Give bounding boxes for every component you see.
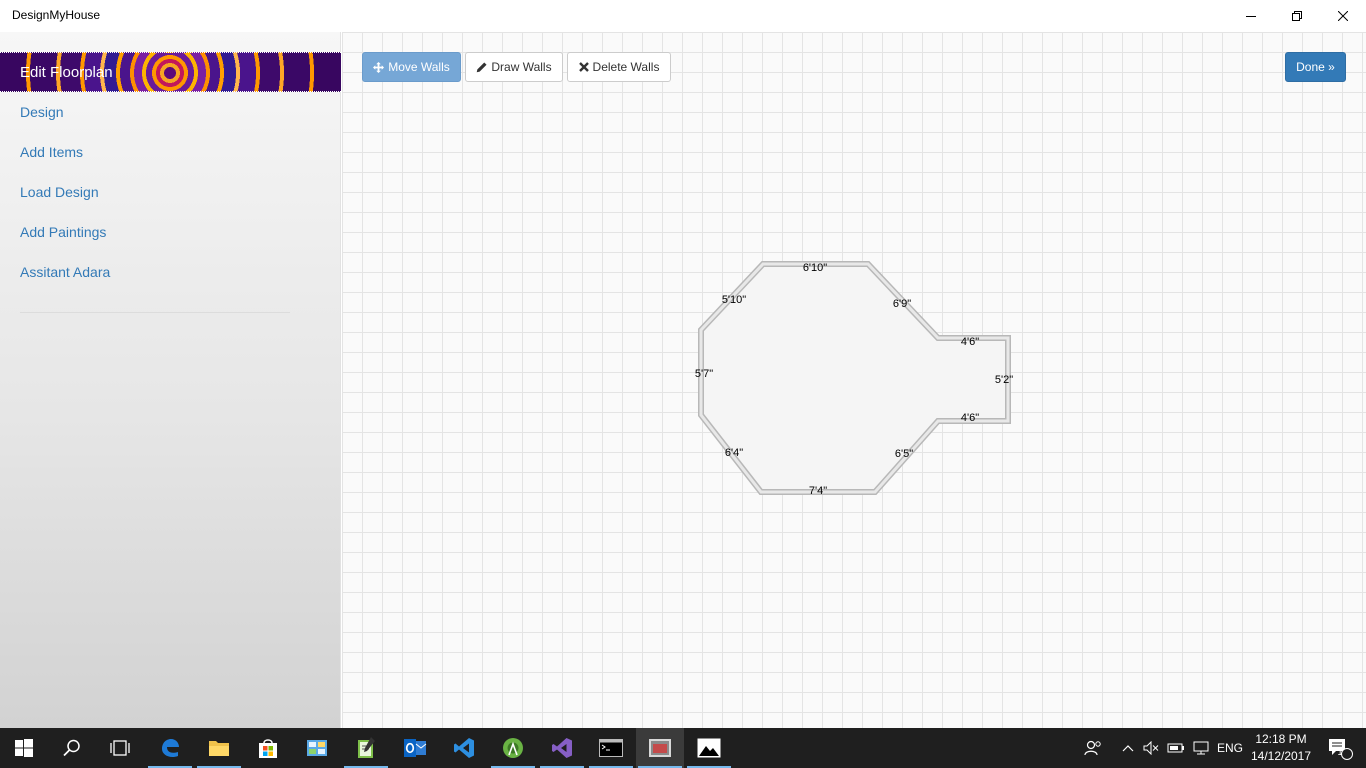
taskbar-app-outlook[interactable] — [391, 728, 439, 768]
windows-logo-icon — [15, 739, 33, 757]
action-center-button[interactable]: 1 — [1320, 728, 1360, 768]
sidebar: Edit Floorplan Design Add Items Load Des… — [0, 32, 341, 728]
sidebar-header[interactable]: Edit Floorplan — [0, 52, 341, 92]
wall-length-label: 6'10" — [803, 262, 827, 274]
wall-length-label: 5'7" — [695, 368, 713, 380]
draw-walls-label: Draw Walls — [491, 60, 552, 74]
title-bar: DesignMyHouse — [0, 0, 1366, 32]
battery-icon — [1167, 743, 1184, 753]
volume-muted-icon — [1143, 741, 1159, 755]
restore-button[interactable] — [1274, 0, 1320, 32]
task-view-button[interactable] — [96, 728, 144, 768]
wall-length-label: 5'10" — [722, 294, 746, 306]
restore-icon — [1292, 11, 1302, 21]
close-icon — [1338, 11, 1348, 21]
android-studio-icon — [503, 738, 523, 758]
taskbar-app-notepad[interactable] — [342, 728, 390, 768]
done-label: Done » — [1296, 60, 1335, 74]
done-button[interactable]: Done » — [1285, 52, 1346, 82]
wall-length-label: 6'9" — [893, 298, 911, 310]
search-icon — [63, 739, 80, 757]
start-button[interactable] — [0, 728, 48, 768]
taskbar-app-control-panel[interactable] — [293, 728, 341, 768]
delete-walls-label: Delete Walls — [592, 60, 660, 74]
floorplan[interactable]: 6'10" 6'9" 4'6" 5'2" 4'6" 6'5" 7'4" 6'4"… — [342, 32, 1366, 728]
clock-time[interactable]: 12:18 PM — [1248, 732, 1314, 746]
minimize-button[interactable] — [1228, 0, 1274, 32]
sidebar-item-assistant-adara[interactable]: Assitant Adara — [20, 264, 110, 280]
taskbar-app-photos[interactable] — [685, 728, 733, 768]
wall-length-label: 6'5" — [895, 448, 913, 460]
sidebar-item-load-design[interactable]: Load Design — [20, 184, 99, 200]
move-walls-button[interactable]: Move Walls — [362, 52, 461, 82]
vscode-icon — [454, 738, 474, 758]
wall-length-label: 7'4" — [809, 485, 827, 497]
taskbar-app-command-prompt[interactable] — [587, 728, 635, 768]
visual-studio-icon — [552, 738, 572, 758]
sidebar-item-add-items[interactable]: Add Items — [20, 144, 83, 160]
outlook-icon — [404, 739, 427, 757]
control-panel-icon — [307, 740, 327, 756]
wall-length-label: 5'2" — [995, 374, 1013, 386]
wall-length-label: 4'6" — [961, 336, 979, 348]
room-floor[interactable] — [698, 261, 1011, 495]
taskbar-app-designmyhouse[interactable] — [636, 728, 684, 768]
notification-count: 1 — [1337, 747, 1343, 757]
network-ethernet-icon — [1193, 741, 1209, 755]
wall-length-label: 6'4" — [725, 447, 743, 459]
app-title: DesignMyHouse — [12, 8, 101, 22]
taskbar-app-android-studio[interactable] — [489, 728, 537, 768]
minimize-icon — [1246, 16, 1256, 17]
remove-icon — [578, 62, 589, 72]
network-button[interactable] — [1190, 728, 1212, 768]
taskbar-app-file-explorer[interactable] — [195, 728, 243, 768]
draw-walls-button[interactable]: Draw Walls — [465, 52, 563, 82]
command-prompt-icon — [599, 739, 623, 757]
taskbar-app-edge[interactable] — [146, 728, 194, 768]
notepad-icon — [358, 737, 375, 758]
close-button[interactable] — [1320, 0, 1366, 32]
move-icon — [373, 61, 385, 73]
taskbar-app-vscode[interactable] — [440, 728, 488, 768]
sidebar-header-label: Edit Floorplan — [20, 64, 113, 81]
taskbar: ENG 12:18 PM 14/12/2017 1 — [0, 728, 1366, 768]
taskbar-app-visual-studio[interactable] — [538, 728, 586, 768]
people-icon — [1084, 740, 1101, 756]
sidebar-divider — [20, 312, 290, 313]
volume-button[interactable] — [1140, 728, 1162, 768]
move-walls-label: Move Walls — [388, 60, 450, 74]
sidebar-item-add-paintings[interactable]: Add Paintings — [20, 224, 106, 240]
photos-icon — [697, 738, 721, 758]
file-explorer-icon — [209, 741, 229, 756]
taskbar-app-store[interactable] — [244, 728, 292, 768]
search-button[interactable] — [48, 728, 96, 768]
floorplan-canvas[interactable]: 6'10" 6'9" 4'6" 5'2" 4'6" 6'5" 7'4" 6'4"… — [342, 32, 1366, 728]
clock-date[interactable]: 14/12/2017 — [1248, 749, 1314, 763]
people-button[interactable] — [1080, 728, 1106, 768]
task-view-icon — [110, 740, 130, 756]
store-icon — [259, 739, 277, 758]
input-language-button[interactable]: ENG — [1214, 728, 1246, 768]
battery-button[interactable] — [1165, 728, 1187, 768]
designmyhouse-icon — [649, 739, 671, 757]
pencil-icon — [477, 61, 487, 72]
sidebar-item-design[interactable]: Design — [20, 104, 64, 120]
show-hidden-icons-button[interactable] — [1118, 728, 1138, 768]
wall-length-label: 4'6" — [961, 412, 979, 424]
chevron-up-icon — [1122, 745, 1134, 752]
delete-walls-button[interactable]: Delete Walls — [567, 52, 671, 82]
edge-icon — [162, 739, 179, 758]
